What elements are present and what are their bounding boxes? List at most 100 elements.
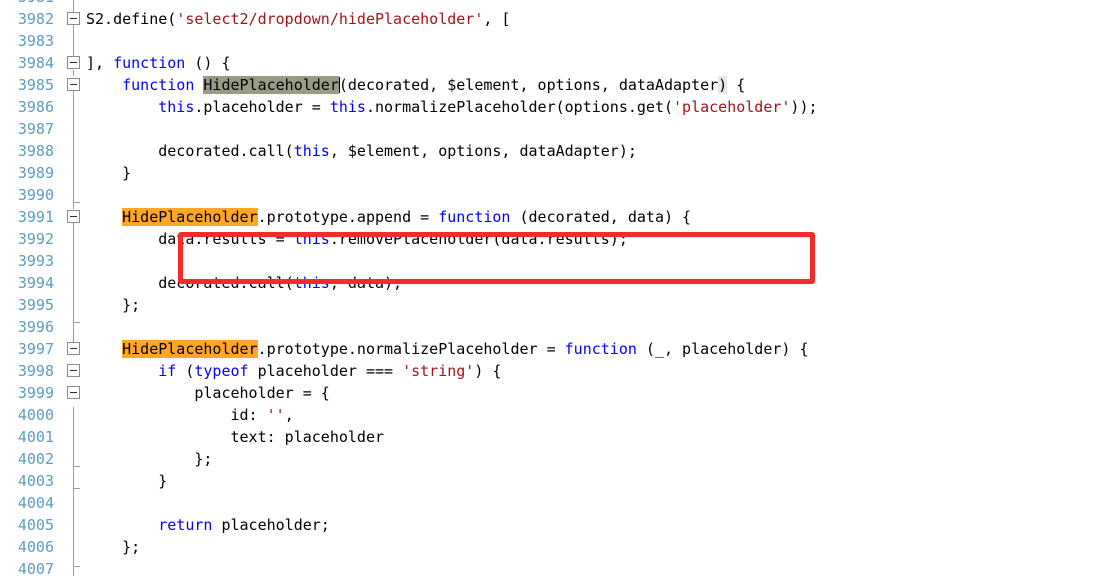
code-token-keyword: this: [293, 142, 330, 160]
code-token: decorated.call(: [86, 274, 294, 292]
fold-end-tick: [73, 322, 80, 323]
code-token: ,: [284, 406, 294, 424]
code-line-3992[interactable]: data.results = this.removePlaceholder(da…: [86, 228, 628, 250]
line-number: 4006: [17, 538, 54, 556]
code-editor[interactable]: 3981 3982 3983 3984 3985 3986 3987 3988 …: [0, 0, 1102, 578]
code-token: () {: [185, 54, 231, 72]
code-token: placeholder ===: [248, 362, 403, 380]
code-line-3999[interactable]: placeholder = {: [86, 382, 329, 404]
code-line-3989[interactable]: }: [86, 162, 131, 184]
code-line-3994[interactable]: decorated.call(this, data);: [86, 272, 402, 294]
code-token: ));: [790, 98, 818, 116]
code-token: (decorated, data) {: [510, 208, 692, 226]
code-line-4006[interactable]: };: [86, 536, 140, 558]
fold-end-tick: [73, 488, 80, 489]
fold-guide-line: [73, 91, 74, 209]
match-highlight-identifier[interactable]: HidePlaceholder: [122, 208, 258, 226]
code-token-keyword: function: [564, 340, 637, 358]
code-token: (decorated, $element, options, dataAdapt…: [338, 76, 719, 94]
code-token: ) {: [474, 362, 502, 380]
code-token: }: [86, 164, 132, 182]
fold-toggle-3991[interactable]: [67, 210, 80, 223]
code-token-keyword: this: [293, 230, 330, 248]
code-line-3985[interactable]: function HidePlaceholder(decorated, $ele…: [86, 74, 745, 96]
code-token-keyword: this: [158, 98, 195, 116]
fold-guide-line: [73, 407, 74, 576]
code-line-3998[interactable]: if (typeof placeholder === 'string') {: [86, 360, 501, 382]
code-line-4001[interactable]: text: placeholder: [86, 426, 384, 448]
code-line-4003[interactable]: }: [86, 470, 167, 492]
line-number: 3993: [17, 252, 54, 270]
line-number: 3989: [17, 164, 54, 182]
line-number: 4002: [17, 450, 54, 468]
code-line-3991[interactable]: HidePlaceholder.prototype.append = funct…: [86, 206, 691, 228]
code-token: decorated.call(: [86, 142, 294, 160]
code-token: .normalizePlaceholder(options.get(: [365, 98, 674, 116]
code-line-3984[interactable]: ], function () {: [86, 52, 231, 74]
fold-toggle-3984[interactable]: [67, 56, 80, 69]
line-number: 3981: [0, 0, 54, 8]
code-token: (: [176, 362, 195, 380]
line-number: 3988: [17, 142, 54, 160]
code-token: };: [86, 296, 141, 314]
code-token: .prototype.append =: [257, 208, 439, 226]
code-text-area[interactable]: S2.define('select2/dropdown/hidePlacehol…: [86, 0, 1102, 576]
line-number: 3984: [17, 54, 54, 72]
fold-toggle-3985[interactable]: [67, 78, 80, 91]
code-line-3982[interactable]: S2.define('select2/dropdown/hidePlacehol…: [86, 8, 510, 30]
code-token-keyword: function: [113, 54, 186, 72]
code-token: ],: [86, 54, 114, 72]
code-line-3988[interactable]: decorated.call(this, $element, options, …: [86, 140, 637, 162]
code-token-keyword: function: [122, 76, 195, 94]
fold-guide-line: [73, 0, 74, 12]
code-token: (_, placeholder) {: [636, 340, 809, 358]
match-highlight-identifier[interactable]: HidePlaceholder: [122, 340, 258, 358]
line-number: 4003: [17, 472, 54, 490]
code-token: .placeholder =: [194, 98, 330, 116]
fold-toggle-3997[interactable]: [67, 342, 80, 355]
fold-toggle-3998[interactable]: [67, 364, 80, 377]
line-number: 4005: [17, 516, 54, 534]
code-line-3986[interactable]: this.placeholder = this.normalizePlaceho…: [86, 96, 818, 118]
line-number: 3994: [17, 274, 54, 292]
line-number: 4004: [17, 494, 54, 512]
code-token: };: [86, 538, 141, 556]
code-token: .removePlaceholder(data.results);: [329, 230, 628, 248]
fold-margin[interactable]: [62, 0, 86, 576]
line-number: 3986: [17, 98, 54, 116]
line-number: 3983: [17, 32, 54, 50]
line-number: 3996: [17, 318, 54, 336]
line-number: 4000: [17, 406, 54, 424]
line-number: 3992: [17, 230, 54, 248]
code-token-string: 'string': [402, 362, 475, 380]
code-line-4000[interactable]: id: '',: [86, 404, 294, 426]
code-line-4002[interactable]: };: [86, 448, 212, 470]
fold-toggle-3999[interactable]: [67, 386, 80, 399]
line-number: 3999: [17, 384, 54, 402]
code-token: , $element, options, dataAdapter);: [329, 142, 637, 160]
code-token: text: placeholder: [86, 428, 385, 446]
selected-identifier[interactable]: HidePlaceholder: [203, 76, 339, 94]
line-number: 3990: [17, 186, 54, 204]
code-line-3995[interactable]: };: [86, 294, 140, 316]
code-token-keyword: return: [158, 516, 213, 534]
code-token: S2.define(: [86, 10, 177, 28]
code-line-3997[interactable]: HidePlaceholder.prototype.normalizePlace…: [86, 338, 808, 360]
line-number: 3998: [17, 362, 54, 380]
fold-toggle-3982[interactable]: [67, 12, 80, 25]
line-number: 3985: [17, 76, 54, 94]
code-line-4005[interactable]: return placeholder;: [86, 514, 330, 536]
code-token-keyword: this: [329, 98, 366, 116]
code-token-keyword: this: [293, 274, 330, 292]
code-token: .prototype.normalizePlaceholder =: [257, 340, 565, 358]
code-token: }: [86, 472, 168, 490]
line-number: 3991: [17, 208, 54, 226]
fold-end-tick: [73, 202, 80, 203]
code-token-string: '': [266, 406, 285, 424]
